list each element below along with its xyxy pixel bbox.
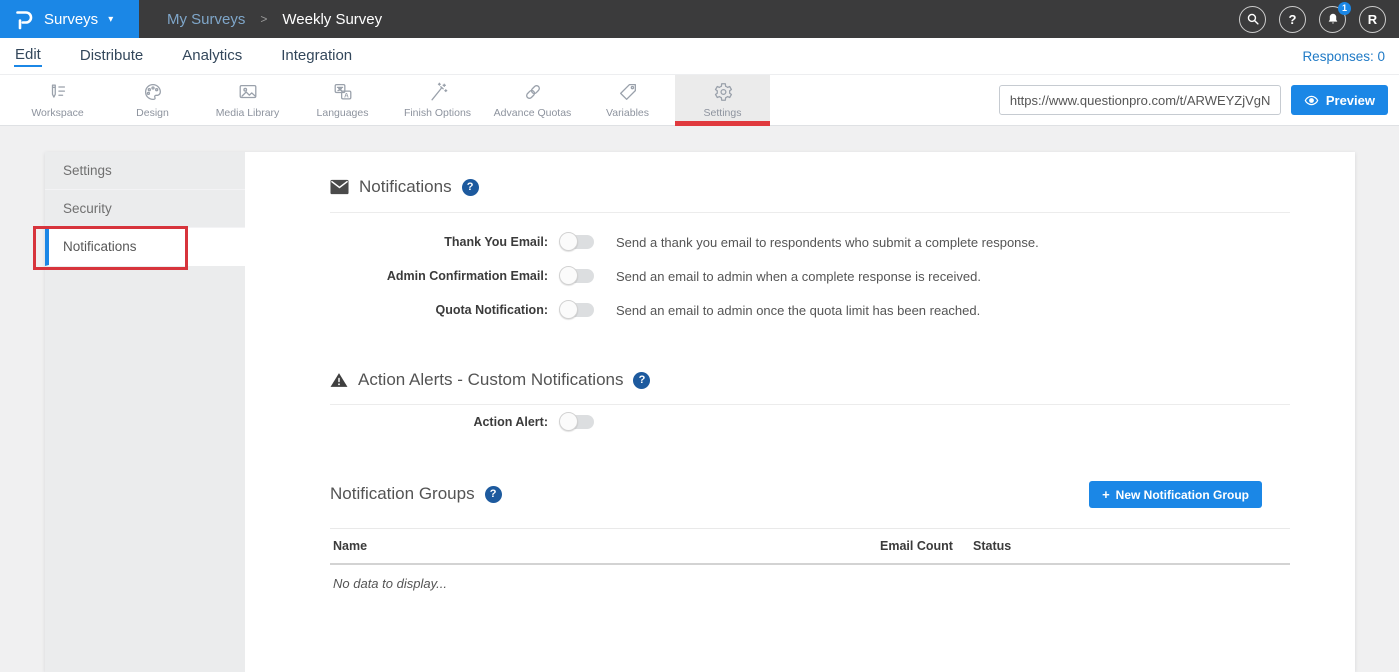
variables-icon <box>617 81 639 103</box>
app-switcher[interactable]: Surveys ▾ <box>0 0 139 38</box>
settings-icon <box>712 81 734 103</box>
topbar: Surveys ▾ My Surveys > Weekly Survey ? 1… <box>0 0 1399 38</box>
media-library-icon <box>237 81 259 103</box>
breadcrumb-my-surveys[interactable]: My Surveys <box>167 11 245 28</box>
admin-confirmation-email-description: Send an email to admin when a complete r… <box>616 269 981 284</box>
toolbar-item-finish-options[interactable]: Finish Options <box>390 75 485 125</box>
notification-groups-section-header: Notification Groups ? + New Notification… <box>330 481 1290 507</box>
topbar-actions: ? 1 R <box>1239 6 1399 33</box>
column-header-status: Status <box>973 539 1290 553</box>
admin-confirmation-email-row: Admin Confirmation Email: Send an email … <box>330 264 1290 288</box>
avatar[interactable]: R <box>1359 6 1386 33</box>
toolbar-item-workspace[interactable]: Workspace <box>10 75 105 125</box>
help-icon[interactable]: ? <box>485 486 502 503</box>
sidebar-item-settings[interactable]: Settings <box>45 152 245 190</box>
settings-sidebar: Settings Security Notifications <box>45 152 245 672</box>
action-alerts-section-header: Action Alerts - Custom Notifications ? <box>330 367 1290 393</box>
tab-analytics[interactable]: Analytics <box>181 46 243 66</box>
svg-text:A: A <box>344 92 349 99</box>
questionpro-logo-icon <box>13 7 35 31</box>
sidebar-item-security[interactable]: Security <box>45 190 245 228</box>
settings-card: Settings Security Notifications Notifica… <box>45 152 1355 672</box>
question-mark-icon: ? <box>1289 12 1297 27</box>
tab-distribute[interactable]: Distribute <box>79 46 144 66</box>
quota-notification-toggle[interactable] <box>560 303 594 317</box>
thank-you-email-row: Thank You Email: Send a thank you email … <box>330 230 1290 254</box>
breadcrumb: My Surveys > Weekly Survey <box>167 11 382 28</box>
advance-quotas-icon <box>522 81 544 103</box>
divider <box>330 212 1290 213</box>
languages-icon: A <box>332 81 354 103</box>
workspace-icon <box>47 81 69 103</box>
quota-notification-description: Send an email to admin once the quota li… <box>616 303 980 318</box>
thank-you-email-toggle[interactable] <box>560 235 594 249</box>
toolbar-item-design[interactable]: Design <box>105 75 200 125</box>
search-icon <box>1246 12 1260 26</box>
action-alert-label: Action Alert: <box>330 415 548 429</box>
toolbar-item-settings[interactable]: Settings <box>675 75 770 125</box>
breadcrumb-current-survey: Weekly Survey <box>282 11 382 28</box>
design-icon <box>142 81 164 103</box>
thank-you-email-description: Send a thank you email to respondents wh… <box>616 235 1039 250</box>
eye-icon <box>1304 93 1319 108</box>
avatar-initial: R <box>1368 12 1377 27</box>
search-button[interactable] <box>1239 6 1266 33</box>
admin-confirmation-email-label: Admin Confirmation Email: <box>330 269 548 283</box>
action-alert-toggle[interactable] <box>560 415 594 429</box>
notification-count-badge: 1 <box>1338 2 1351 15</box>
survey-url-input[interactable] <box>999 85 1281 115</box>
plus-icon: + <box>1102 487 1110 502</box>
toolbar-item-variables[interactable]: Variables <box>580 75 675 125</box>
content-area: Settings Security Notifications Notifica… <box>0 126 1399 626</box>
admin-confirmation-email-toggle[interactable] <box>560 269 594 283</box>
table-empty-message: No data to display... <box>330 563 1290 591</box>
edit-toolbar: Workspace Design Media Library A Languag… <box>0 75 1399 126</box>
envelope-icon <box>330 179 349 195</box>
toolbar-item-advance-quotas[interactable]: Advance Quotas <box>485 75 580 125</box>
toolbar-item-media-library[interactable]: Media Library <box>200 75 295 125</box>
responses-count: Responses: 0 <box>1302 49 1385 64</box>
tab-integration[interactable]: Integration <box>280 46 353 66</box>
section-title: Action Alerts - Custom Notifications <box>358 370 623 390</box>
help-icon[interactable]: ? <box>633 372 650 389</box>
section-title: Notification Groups <box>330 484 475 504</box>
help-button[interactable]: ? <box>1279 6 1306 33</box>
column-header-name: Name <box>333 539 880 553</box>
action-alert-row: Action Alert: <box>330 410 1290 434</box>
preview-button[interactable]: Preview <box>1291 85 1388 115</box>
help-icon[interactable]: ? <box>462 179 479 196</box>
notifications-panel: Notifications ? Thank You Email: Send a … <box>245 152 1355 672</box>
thank-you-email-label: Thank You Email: <box>330 235 548 249</box>
chevron-down-icon: ▾ <box>108 14 113 25</box>
survey-url-area: Preview <box>999 75 1399 125</box>
new-notification-group-button[interactable]: + New Notification Group <box>1089 481 1262 508</box>
warning-triangle-icon <box>330 372 348 388</box>
tab-edit[interactable]: Edit <box>14 45 42 67</box>
survey-nav: Edit Distribute Analytics Integration Re… <box>0 38 1399 75</box>
finish-options-icon <box>427 81 449 103</box>
column-header-email-count: Email Count <box>880 539 973 553</box>
breadcrumb-separator: > <box>260 12 267 26</box>
section-title: Notifications <box>359 177 452 197</box>
notifications-section-header: Notifications ? <box>330 174 1290 200</box>
bell-icon <box>1326 12 1340 26</box>
notification-groups-table-header: Name Email Count Status <box>330 528 1290 565</box>
quota-notification-label: Quota Notification: <box>330 303 548 317</box>
app-switcher-label: Surveys <box>44 11 98 28</box>
sidebar-item-notifications[interactable]: Notifications <box>45 228 245 266</box>
notifications-button[interactable]: 1 <box>1319 6 1346 33</box>
toolbar-item-languages[interactable]: A Languages <box>295 75 390 125</box>
quota-notification-row: Quota Notification: Send an email to adm… <box>330 298 1290 322</box>
divider <box>330 404 1290 405</box>
